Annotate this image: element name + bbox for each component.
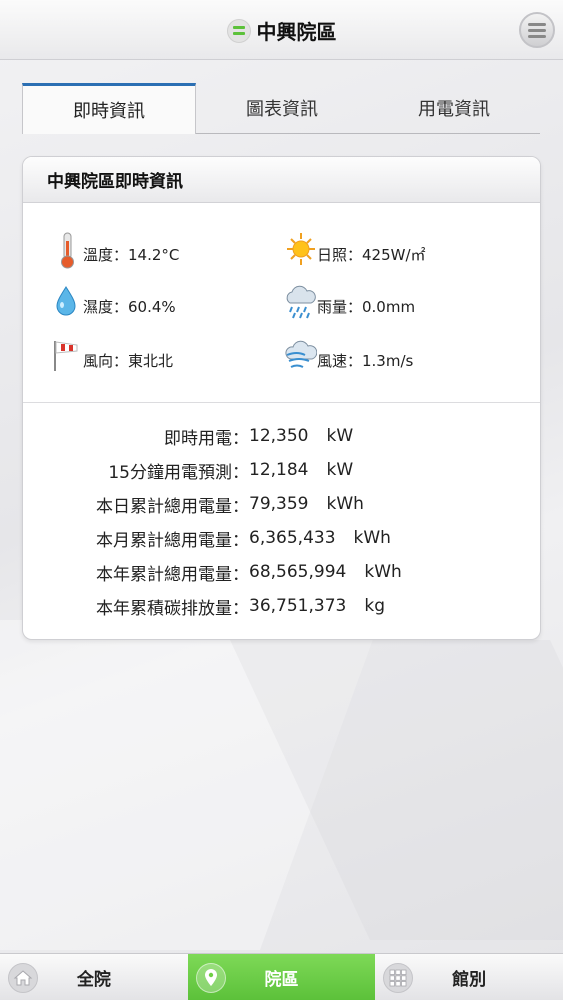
windsock-icon xyxy=(53,337,83,373)
page-title: 中興院區 xyxy=(256,20,337,44)
water-drop-icon xyxy=(53,283,83,319)
nav-item-building[interactable]: 館別 xyxy=(375,954,563,1000)
power-row-monthly: 本月累計總用電量： 6,365,433 kWh xyxy=(23,521,540,555)
nav-label: 院區 xyxy=(264,969,299,990)
wind-direction-item: 風向：東北北 xyxy=(53,337,173,373)
power-row-daily: 本日累計總用電量： 79,359 kWh xyxy=(23,487,540,521)
home-icon xyxy=(8,963,38,993)
tab-realtime-info[interactable]: 即時資訊 xyxy=(22,83,196,134)
thermometer-icon xyxy=(53,231,83,269)
wind-speed-value: 風速：1.3m/s xyxy=(317,352,414,370)
power-unit: kWh xyxy=(364,562,402,582)
power-unit: kW xyxy=(326,426,354,446)
power-label: 本年累積碳排放量： xyxy=(96,598,249,619)
power-unit: kWh xyxy=(326,494,364,514)
power-section: 即時用電： 12,350 kW 15分鐘用電預測： 12,184 kW 本日累計… xyxy=(23,403,540,623)
rainfall-value: 雨量：0.0mm xyxy=(317,298,416,316)
menu-lines-icon xyxy=(226,18,251,43)
tab-power-info[interactable]: 用電資訊 xyxy=(368,82,540,133)
tab-bar: 即時資訊 圖表資訊 用電資訊 xyxy=(22,82,540,134)
temperature-value: 溫度：14.2°C xyxy=(83,246,180,264)
tab-chart-info[interactable]: 圖表資訊 xyxy=(196,82,368,133)
humidity-item: 濕度：60.4% xyxy=(53,283,176,319)
power-label: 15分鐘用電預測： xyxy=(108,462,249,483)
power-value: 79,359 xyxy=(249,494,309,514)
grid-icon xyxy=(383,963,414,993)
card-title: 中興院區即時資訊 xyxy=(23,157,540,203)
power-unit: kg xyxy=(364,596,385,616)
wind-speed-item: 風速：1.3m/s xyxy=(283,337,413,373)
nav-label: 館別 xyxy=(452,969,487,990)
nav-label: 全院 xyxy=(76,969,111,990)
sun-icon xyxy=(287,231,317,267)
rain-cloud-icon xyxy=(283,283,317,319)
wind-cloud-icon xyxy=(283,337,318,373)
power-row-forecast: 15分鐘用電預測： 12,184 kW xyxy=(23,453,540,487)
power-label: 本年累計總用電量： xyxy=(96,564,249,585)
realtime-info-card: 中興院區即時資訊 溫度：14.2°C 日照：425W/㎡ 濕度：60.4% 雨量… xyxy=(22,156,541,640)
location-pin-icon xyxy=(195,963,226,993)
nav-item-all-hospital[interactable]: 全院 xyxy=(0,954,188,1000)
power-label: 本日累計總用電量： xyxy=(96,496,249,517)
power-row-yearly: 本年累計總用電量： 68,565,994 kWh xyxy=(23,555,540,589)
power-unit: kW xyxy=(326,460,354,480)
power-value: 68,565,994 xyxy=(249,562,347,582)
power-value: 12,184 xyxy=(249,460,309,480)
power-row-carbon: 本年累積碳排放量： 36,751,373 kg xyxy=(23,589,540,623)
power-value: 12,350 xyxy=(249,426,309,446)
menu-button[interactable] xyxy=(519,12,555,48)
power-row-realtime: 即時用電： 12,350 kW xyxy=(23,419,540,453)
wind-direction-value: 風向：東北北 xyxy=(83,352,174,370)
sunlight-value: 日照：425W/㎡ xyxy=(317,246,426,264)
header-title-wrap: 中興院區 xyxy=(0,16,563,45)
sunlight-item: 日照：425W/㎡ xyxy=(287,231,426,267)
power-value: 36,751,373 xyxy=(249,596,347,616)
background-facet xyxy=(0,620,381,950)
power-unit: kWh xyxy=(353,528,391,548)
app-header: 中興院區 xyxy=(0,0,563,60)
power-label: 即時用電： xyxy=(164,428,249,449)
power-value: 6,365,433 xyxy=(249,528,336,548)
background-facet xyxy=(230,640,563,940)
weather-section: 溫度：14.2°C 日照：425W/㎡ 濕度：60.4% 雨量：0.0mm 風向… xyxy=(23,203,540,403)
rainfall-item: 雨量：0.0mm xyxy=(283,283,415,319)
humidity-value: 濕度：60.4% xyxy=(83,298,176,316)
power-label: 本月累計總用電量： xyxy=(96,530,249,551)
temperature-item: 溫度：14.2°C xyxy=(53,231,180,269)
nav-item-campus[interactable]: 院區 xyxy=(187,954,376,1000)
bottom-nav: 全院 院區 館別 xyxy=(0,953,563,1000)
